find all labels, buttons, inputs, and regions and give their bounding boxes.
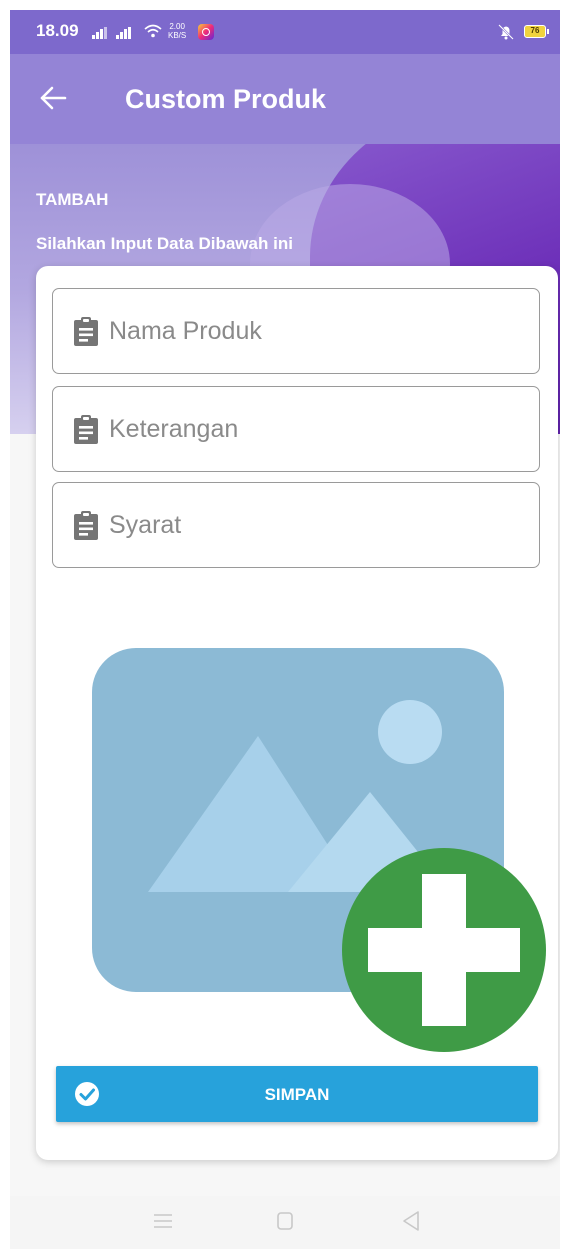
network-speed-value: 2.00 [169, 22, 185, 31]
instagram-icon [198, 24, 214, 40]
app-bar: Custom Produk [10, 54, 560, 144]
home-square-icon[interactable] [268, 1206, 302, 1236]
status-time: 18.09 [36, 21, 79, 40]
network-speed-unit: KB/S [168, 31, 187, 40]
product-name-field [52, 288, 540, 374]
product-name-input[interactable] [109, 311, 529, 351]
description-input[interactable] [109, 409, 529, 449]
phone-screen: 18.09 2.00 KB/S 76 Custom Produk TAMBAH … [10, 10, 560, 1249]
page-title: Custom Produk [125, 84, 327, 114]
battery-icon: 76 [524, 25, 549, 38]
save-button[interactable]: SIMPAN [56, 1066, 538, 1122]
section-title: TAMBAH [36, 190, 109, 209]
description-field [52, 386, 540, 472]
section-subtitle: Silahkan Input Data Dibawah ini [36, 234, 293, 253]
arrow-left-icon[interactable] [38, 82, 70, 114]
clipboard-icon [74, 511, 98, 540]
status-bar: 18.09 2.00 KB/S 76 [10, 10, 560, 54]
terms-field [52, 482, 540, 568]
terms-input[interactable] [109, 505, 529, 545]
mute-icon [498, 24, 514, 40]
image-add-icon[interactable] [88, 640, 548, 1060]
signal-icon [116, 27, 132, 39]
wifi-icon [144, 24, 162, 38]
save-button-label: SIMPAN [264, 1085, 330, 1104]
back-triangle-icon[interactable] [394, 1206, 428, 1236]
system-nav-bar [10, 1196, 560, 1249]
signal-icon [92, 27, 108, 39]
clipboard-icon [74, 317, 98, 346]
network-speed: 2.00 KB/S [168, 22, 186, 40]
form-card: SIMPAN [36, 266, 558, 1160]
clipboard-icon [74, 415, 98, 444]
menu-icon[interactable] [146, 1206, 180, 1236]
